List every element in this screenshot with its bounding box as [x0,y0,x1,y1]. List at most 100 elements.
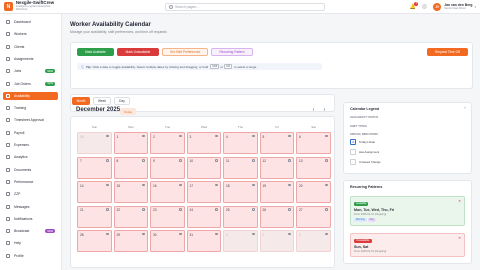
request-time-off-button[interactable]: Request Time Off [427,48,468,56]
calendar-day[interactable]: 2 [150,132,185,154]
sidebar-item-timesheet-approval[interactable]: Timesheet Approval [3,116,58,124]
view-day-button[interactable]: Day [114,97,130,105]
status-dot-icon [142,159,145,162]
brand-tagline: Intelligent Logistics Enterprise Workfor… [15,5,51,11]
recurring-pattern-item[interactable]: Available ✕ Mon, Tue, Wed, Thu, Fri From 20… [350,196,465,226]
recurring-pattern-item[interactable]: Unavailable ✕ Sun, Sat From 2025-01-01 (Ong… [350,233,465,257]
calendar-day[interactable]: 20 [296,181,331,203]
calendar-day[interactable]: 14 [77,181,112,203]
calendar-day[interactable]: 3 [296,230,331,252]
avatar[interactable]: JV [433,3,442,11]
calendar-day[interactable]: 10 [186,156,221,179]
sidebar-item-notifications[interactable]: Notifications [3,215,58,223]
calendar-day[interactable]: 30 [77,132,112,154]
weekday-header: Tue [164,125,171,129]
status-dot-icon [142,183,145,187]
status-dot-icon [251,232,255,236]
mark-available-button[interactable]: Mark Available [77,48,114,56]
sidebar-item-jobs[interactable]: Jobs NEW [3,67,58,75]
day-number: 4 [226,134,228,139]
delete-icon[interactable]: ✕ [458,236,461,240]
calendar-day[interactable]: 24 [186,205,221,228]
sidebar-item-help[interactable]: Help [3,239,58,247]
calendar-day[interactable]: 30 [150,230,185,252]
calendar-day[interactable]: 8 [113,156,148,179]
shift-preferences-button[interactable]: Set Shift Preferences [162,48,208,56]
view-month-button[interactable]: Month [72,97,90,105]
view-week-button[interactable]: Week [93,97,111,105]
sidebar-item-messages[interactable]: Messages [3,203,58,211]
calendar-day[interactable]: 21 [77,205,112,228]
sidebar-item-workers[interactable]: Workers [3,30,58,38]
calendar-day[interactable]: 29 [113,230,148,252]
calendar-day[interactable]: 22 [113,205,148,228]
sidebar-item-zzp[interactable]: ZZP [3,190,58,198]
chevron-down-icon[interactable]: ▾ [474,5,476,9]
sidebar-item-broadcast[interactable]: Broadcast NEW [3,227,58,235]
sidebar-item-label: Documents [14,167,32,172]
calendar-day[interactable]: 11 [223,156,258,179]
sidebar-item-documents[interactable]: Documents [3,166,58,174]
sidebar-item-profile[interactable]: Profile [3,252,58,260]
calendar-day[interactable]: 27 [296,205,331,228]
calendar-day[interactable]: 25 [223,205,258,228]
calendar-day[interactable]: 18 [223,181,258,203]
notifications-icon-button[interactable]: ⚪ [421,4,428,11]
calendar-day[interactable]: 13 [296,156,331,179]
calendar-day[interactable]: 1 [113,132,148,154]
brand[interactable]: N Nexgile-SwiftCrew Intelligent Logistic… [0,1,62,11]
prev-month-button[interactable]: ‹ [310,106,317,113]
legend-today: 15 Today's Date [350,139,376,145]
sidebar-item-dashboard[interactable]: Dashboard [3,18,58,26]
calendar-day[interactable]: 7 [77,156,112,179]
calendar-day[interactable]: 15 [113,181,148,203]
calendar-day[interactable]: 9 [150,156,185,179]
day-number: 10 [189,159,194,163]
day-number: 18 [226,183,230,188]
sidebar-item-expenses[interactable]: Expenses [3,141,58,149]
status-dot-icon [324,208,328,211]
calendar-day[interactable]: 5 [259,132,294,154]
legend-special-heading: SPECIAL INDICATORS [350,133,378,136]
day-number: 16 [153,183,157,188]
search-input[interactable]: Search pages... [165,3,325,11]
delete-icon[interactable]: ✕ [458,199,461,203]
sidebar-item-clients[interactable]: Clients [3,43,58,51]
message-icon [6,204,10,209]
calendar-day[interactable]: 28 [77,230,112,252]
sidebar-item-label: Messages [14,204,30,209]
calendar-day[interactable]: 6 [296,132,331,154]
sidebar-item-label: Notifications [14,216,33,221]
today-button[interactable]: Today [120,108,136,115]
calendar-day[interactable]: 26 [259,205,294,228]
sidebar-item-label: Assignments [14,56,34,61]
sidebar-item-performance[interactable]: Performance [3,178,58,186]
calendar-day[interactable]: 16 [150,181,185,203]
day-number: 28 [80,232,84,237]
trend-icon [6,179,10,184]
calendar-day[interactable]: 12 [259,156,294,179]
sidebar-item-job-orders[interactable]: Job Orders NEW [3,80,58,88]
calendar-day[interactable]: 3 [186,132,221,154]
calendar-day[interactable]: 31 [186,230,221,252]
calendar-day[interactable]: 19 [259,181,294,203]
calendar-day[interactable]: 4 [223,132,258,154]
sidebar-item-payroll[interactable]: Payroll [3,129,58,137]
calendar-day[interactable]: 23 [150,205,185,228]
sidebar-item-analytics[interactable]: Analytics [3,153,58,161]
recurring-pattern-button[interactable]: Recurring Pattern [211,48,253,56]
help-icon [6,241,10,246]
sidebar-item-label: Workers [14,32,27,37]
sidebar-item-training[interactable]: Training [3,104,58,112]
calendar-day[interactable]: 17 [186,181,221,203]
chevron-up-icon[interactable]: ˄ [464,106,466,110]
calendar-day[interactable]: 2 [259,230,294,252]
new-badge: NEW [45,229,55,234]
next-month-button[interactable]: › [321,106,328,113]
sidebar-item-assignments[interactable]: Assignments [3,55,58,63]
calendar-day[interactable]: 1 [223,230,258,252]
sidebar-item-availability[interactable]: Availability [3,91,58,100]
mark-unavailable-button[interactable]: Mark Unavailable [117,48,159,56]
notifications-button[interactable]: 🔔 3 [409,1,419,11]
legend-card: Calendar Legend ˄ AVAILABILITY STATUS SH… [343,102,472,174]
